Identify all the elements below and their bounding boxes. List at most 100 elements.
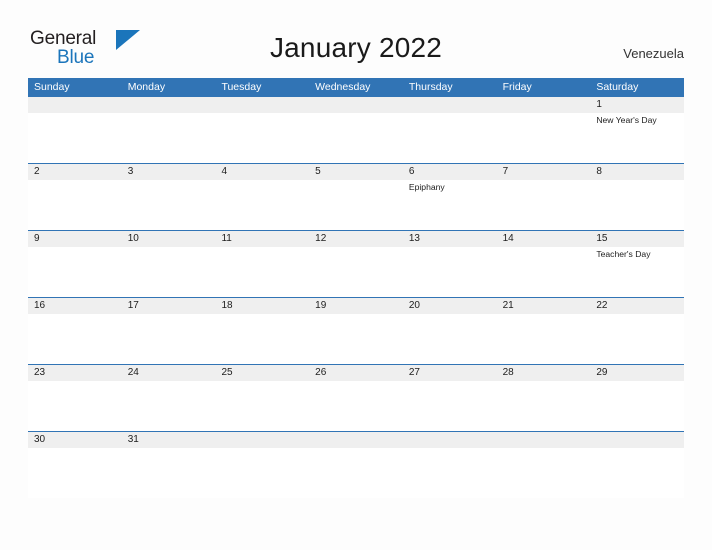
day-cell[interactable] <box>403 432 497 448</box>
day-cell[interactable]: 9 <box>28 231 122 247</box>
day-cell[interactable]: 5 <box>309 164 403 180</box>
event-cell <box>122 381 216 431</box>
event-cell <box>122 180 216 230</box>
day-number: 15 <box>596 233 608 244</box>
day-cell[interactable]: 21 <box>497 298 591 314</box>
event-cell <box>28 448 122 498</box>
event-cell <box>215 448 309 498</box>
day-cell[interactable]: 28 <box>497 365 591 381</box>
event-cell <box>122 448 216 498</box>
day-cell[interactable] <box>215 432 309 448</box>
day-cell[interactable]: 30 <box>28 432 122 448</box>
day-cell[interactable] <box>309 432 403 448</box>
event-cell <box>590 381 684 431</box>
day-number: 8 <box>596 166 602 177</box>
day-number: 4 <box>221 166 227 177</box>
page-title: January 2022 <box>269 32 443 63</box>
day-cell[interactable]: 29 <box>590 365 684 381</box>
event-cell <box>309 113 403 163</box>
day-cell[interactable]: 20 <box>403 298 497 314</box>
event-cell <box>122 113 216 163</box>
day-number: 1 <box>596 99 602 110</box>
day-number: 16 <box>34 300 46 311</box>
week-date-band: 2 3 4 5 6 7 8 <box>28 164 684 180</box>
event-cell <box>497 247 591 297</box>
day-cell[interactable]: 8 <box>590 164 684 180</box>
day-number: 27 <box>408 367 420 378</box>
day-cell[interactable]: 25 <box>215 365 309 381</box>
day-number: 14 <box>502 233 514 244</box>
day-cell[interactable]: 6 <box>403 164 497 180</box>
event-cell <box>215 247 309 297</box>
day-number: 23 <box>34 367 46 378</box>
day-cell[interactable]: 17 <box>122 298 216 314</box>
day-cell[interactable] <box>309 97 403 113</box>
day-cell[interactable] <box>497 432 591 448</box>
calendar-week-row: 9 10 11 12 13 14 15 Teacher's Day <box>28 230 684 297</box>
day-cell[interactable]: 15 <box>590 231 684 247</box>
calendar-week-row: 1 New Year's Day <box>28 96 684 163</box>
week-event-band: Teacher's Day <box>28 247 684 297</box>
day-cell[interactable]: 16 <box>28 298 122 314</box>
day-cell[interactable]: 14 <box>497 231 591 247</box>
day-number: 25 <box>221 367 233 378</box>
event-cell <box>497 448 591 498</box>
day-cell[interactable] <box>215 97 309 113</box>
event-cell <box>497 180 591 230</box>
day-cell[interactable] <box>590 432 684 448</box>
day-cell[interactable]: 31 <box>122 432 216 448</box>
event-cell <box>309 247 403 297</box>
day-cell[interactable]: 27 <box>403 365 497 381</box>
day-cell[interactable]: 13 <box>403 231 497 247</box>
event-cell <box>215 381 309 431</box>
event-cell <box>497 113 591 163</box>
day-cell[interactable]: 10 <box>122 231 216 247</box>
day-cell[interactable]: 18 <box>215 298 309 314</box>
week-date-band: 30 31 <box>28 432 684 448</box>
day-cell[interactable]: 3 <box>122 164 216 180</box>
day-number: 20 <box>408 300 420 311</box>
weekday-monday: Monday <box>127 81 166 93</box>
event-cell: New Year's Day <box>590 113 684 163</box>
day-number: 13 <box>408 233 420 244</box>
day-cell[interactable] <box>28 97 122 113</box>
day-cell[interactable]: 22 <box>590 298 684 314</box>
event-cell <box>590 448 684 498</box>
day-number: 19 <box>315 300 327 311</box>
day-number: 10 <box>127 233 139 244</box>
day-number: 24 <box>127 367 139 378</box>
day-cell[interactable]: 4 <box>215 164 309 180</box>
event-label: New Year's Day <box>596 115 657 125</box>
weekday-header-row: Sunday Monday Tuesday Wednesday Thursday… <box>28 78 684 96</box>
day-cell[interactable] <box>497 97 591 113</box>
day-cell[interactable]: 19 <box>309 298 403 314</box>
event-label: Epiphany <box>408 182 445 192</box>
calendar-week-row: 2 3 4 5 6 7 8 Epiphany <box>28 163 684 230</box>
calendar-page: General Blue January 2022 Venezuela Sund… <box>0 0 712 550</box>
event-cell: Epiphany <box>403 180 497 230</box>
day-cell[interactable]: 11 <box>215 231 309 247</box>
weekday-sunday: Sunday <box>34 81 70 93</box>
day-cell[interactable] <box>403 97 497 113</box>
day-number: 30 <box>34 434 46 445</box>
day-cell[interactable]: 24 <box>122 365 216 381</box>
event-label: Teacher's Day <box>596 249 651 259</box>
event-cell <box>403 381 497 431</box>
week-event-band <box>28 314 684 364</box>
event-cell <box>590 180 684 230</box>
event-cell <box>122 314 216 364</box>
week-event-band <box>28 381 684 431</box>
day-cell[interactable]: 23 <box>28 365 122 381</box>
day-cell[interactable] <box>122 97 216 113</box>
event-cell <box>215 180 309 230</box>
event-cell <box>403 247 497 297</box>
country-label: Venezuela <box>623 46 684 61</box>
page-header: General Blue January 2022 Venezuela <box>0 0 712 76</box>
day-cell[interactable]: 7 <box>497 164 591 180</box>
event-cell <box>122 247 216 297</box>
day-cell[interactable]: 12 <box>309 231 403 247</box>
day-cell[interactable]: 1 <box>590 97 684 113</box>
week-date-band: 16 17 18 19 20 21 22 <box>28 298 684 314</box>
day-cell[interactable]: 26 <box>309 365 403 381</box>
day-cell[interactable]: 2 <box>28 164 122 180</box>
